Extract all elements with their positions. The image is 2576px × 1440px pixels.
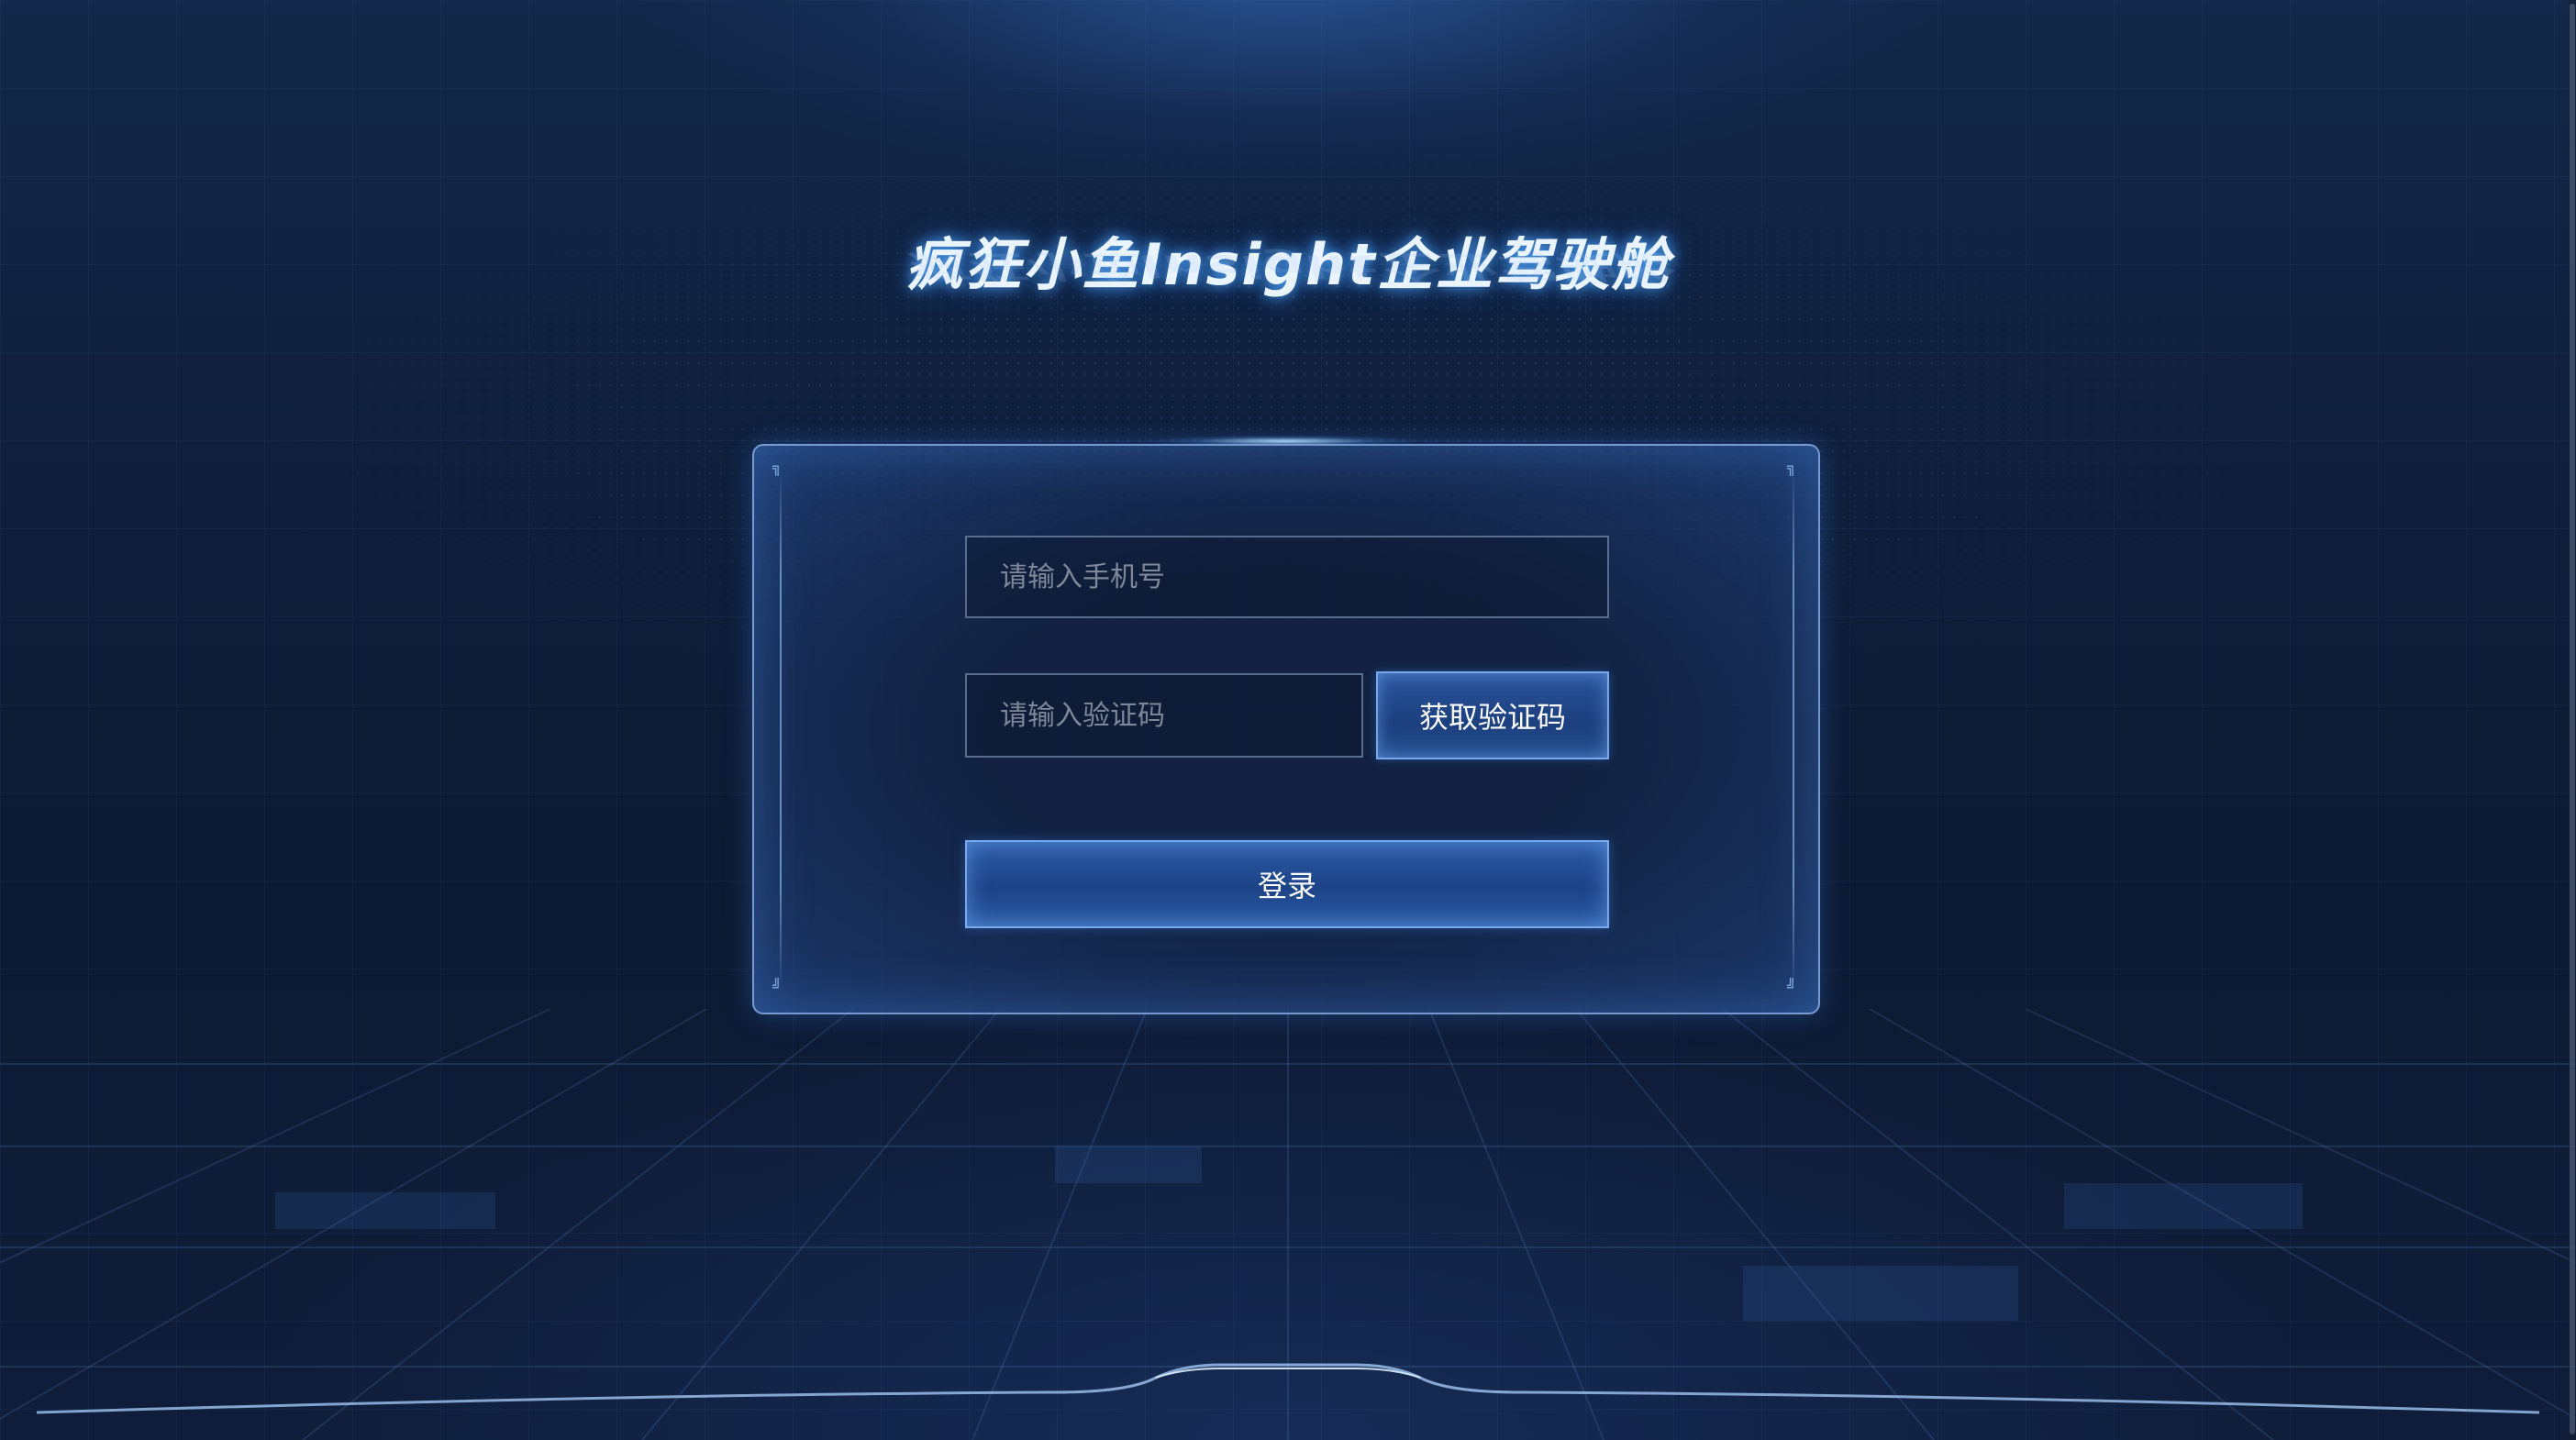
panel-left-rail [780,468,782,991]
page-title-reflection: 疯狂小鱼Insight企业驾驶舱 [905,248,1671,285]
phone-input[interactable] [965,536,1609,618]
login-button[interactable]: 登录 [965,840,1609,928]
verification-code-input[interactable] [965,673,1363,758]
get-code-button[interactable]: 获取验证码 [1376,671,1609,759]
perspective-floor [0,1009,2576,1440]
corner-mark-bottom-left-icon: ╝ [772,978,782,995]
scrollbar-thumb[interactable] [2570,4,2575,1434]
corner-mark-top-right-icon: ╗ [1787,459,1796,476]
login-page: 疯狂小鱼Insight企业驾驶舱 疯狂小鱼Insight企业驾驶舱 ╗ ╗ ╝ … [0,0,2576,1440]
corner-mark-bottom-right-icon: ╝ [1787,978,1796,995]
corner-mark-top-left-icon: ╗ [772,459,782,476]
panel-right-rail [1793,468,1794,991]
